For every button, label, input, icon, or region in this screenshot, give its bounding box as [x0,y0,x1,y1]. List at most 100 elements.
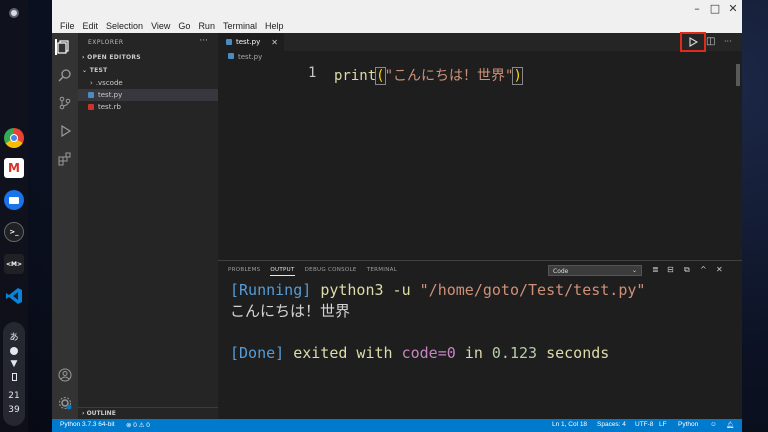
vscode-icon[interactable] [4,286,24,306]
explorer-title: EXPLORER [88,39,124,46]
files-icon[interactable] [4,190,24,210]
output-seconds: seconds [537,344,610,362]
output-result: こんにちは！世界 [230,302,351,320]
battery-icon [11,373,17,381]
menu-view[interactable]: View [147,21,174,31]
cursor-position[interactable]: Ln 1, Col 18 [552,421,587,428]
notification-icon [10,347,18,355]
maximize-panel-icon[interactable]: ^ [700,265,707,274]
output-time: 0.123 [491,344,538,362]
editor-more-icon[interactable]: ··· [724,37,732,46]
editor-tab-bar: test.py ✕ [218,33,742,51]
output-channel-select[interactable]: Code ⌄ [548,265,642,276]
scrollbar[interactable] [736,64,740,86]
copy-icon[interactable]: ⧉ [684,265,690,275]
chevron-down-icon: ⌄ [631,267,637,274]
status-tray[interactable]: あ ▼ 21 39 [3,322,25,426]
tab-close-icon[interactable]: ✕ [271,38,278,47]
wifi-icon: ▼ [10,359,18,369]
terminal-icon[interactable]: >_ [4,222,24,242]
vscode-window: – □ ✕ File Edit Selection View Go Run Te… [52,0,742,432]
open-editors-section[interactable]: › OPEN EDITORS [82,54,141,61]
clock-hour: 21 [8,391,20,401]
tree-item-vscode[interactable]: › .vscode [78,77,218,89]
problems-count[interactable]: ⊗ 0 ⚠ 0 [126,421,150,429]
line-number: 1 [308,65,317,81]
explorer-icon[interactable] [55,39,71,55]
bottom-panel: PROBLEMS OUTPUT DEBUG CONSOLE TERMINAL C… [218,260,742,419]
menu-edit[interactable]: Edit [79,21,103,31]
chevron-right-icon: › [90,79,93,87]
activity-bar [52,33,78,419]
tree-item-label: .vscode [95,79,123,87]
launcher-button[interactable] [9,8,19,18]
minimize-button[interactable]: – [690,2,704,15]
code-editor[interactable]: 1 print("こんにちは！世界") [218,64,742,260]
close-panel-icon[interactable]: ✕ [716,265,723,274]
search-icon[interactable] [57,67,73,83]
tree-item-test-rb[interactable]: test.rb [78,101,218,113]
account-icon[interactable] [57,367,73,383]
os-shelf: M >_ <M> あ ▼ 21 39 [0,0,28,432]
menu-go[interactable]: Go [174,21,194,31]
play-icon [689,37,698,47]
run-debug-icon[interactable] [57,123,73,139]
notifications-bell-icon[interactable]: 🔔︎ [726,421,734,429]
run-code-button[interactable] [680,32,706,52]
tab-debug-console[interactable]: DEBUG CONSOLE [305,267,357,276]
folder-section[interactable]: ⌄ TEST [82,67,108,74]
output-exited: exited with [293,344,402,362]
more-actions-icon[interactable]: ··· [199,36,208,46]
feedback-icon[interactable]: ☺ [710,421,717,428]
code-close-paren: ) [512,67,523,85]
extensions-icon[interactable] [57,151,73,167]
output-running-tag: [Running] [230,281,312,299]
python-file-icon [226,39,232,45]
split-editor-icon[interactable]: ◫ [706,36,715,47]
panel-tabs: PROBLEMS OUTPUT DEBUG CONSOLE TERMINAL [228,267,397,276]
tab-test-py[interactable]: test.py ✕ [218,33,284,51]
close-button[interactable]: ✕ [726,2,740,15]
tree-item-test-py[interactable]: test.py [78,89,218,101]
tab-label: test.py [236,38,261,46]
output-in: in [455,344,492,362]
menu-terminal[interactable]: Terminal [219,21,261,31]
code-string: "こんにちは！世界" [384,68,514,84]
output-command: python3 -u [320,281,420,299]
lock-scroll-icon[interactable]: ⊟ [667,265,674,274]
ime-indicator: あ [9,333,19,343]
line-ending[interactable]: LF [659,421,667,428]
language-mode[interactable]: Python [678,421,698,428]
menu-run[interactable]: Run [194,21,219,31]
clock-minute: 39 [8,405,20,415]
clear-output-icon[interactable]: ≣ [652,265,659,274]
settings-gear-icon[interactable] [57,395,73,411]
menu-help[interactable]: Help [261,21,288,31]
output-done-tag: [Done] [230,344,285,362]
python-file-icon [88,92,94,98]
python-interpreter[interactable]: Python 3.7.3 64-bit [60,421,115,428]
indentation[interactable]: Spaces: 4 [597,421,626,428]
source-control-icon[interactable] [57,95,73,111]
folder-label: TEST [89,67,108,74]
tab-output[interactable]: OUTPUT [270,267,295,276]
maximize-button[interactable]: □ [708,2,722,15]
open-editors-label: OPEN EDITORS [87,54,141,61]
menu-selection[interactable]: Selection [102,21,147,31]
breadcrumb[interactable]: test.py [228,53,262,61]
explorer-sidebar: EXPLORER ··· › OPEN EDITORS ⌄ TEST › .vs… [78,33,218,419]
menu-file[interactable]: File [56,21,79,31]
gmail-icon[interactable]: M [4,158,24,178]
crosh-icon[interactable]: <M> [4,254,24,274]
encoding[interactable]: UTF-8 [635,421,653,428]
chrome-icon[interactable] [4,128,24,148]
menu-bar: File Edit Selection View Go Run Terminal… [52,18,742,33]
tree-item-label: test.py [98,91,123,99]
tab-problems[interactable]: PROBLEMS [228,267,260,276]
tree-item-label: test.rb [98,103,121,111]
outline-section[interactable]: › OUTLINE [78,407,218,419]
python-file-icon [228,53,234,59]
breadcrumb-label: test.py [238,53,263,61]
output-path: "/home/goto/Test/test.py" [419,281,646,299]
tab-terminal[interactable]: TERMINAL [367,267,397,276]
